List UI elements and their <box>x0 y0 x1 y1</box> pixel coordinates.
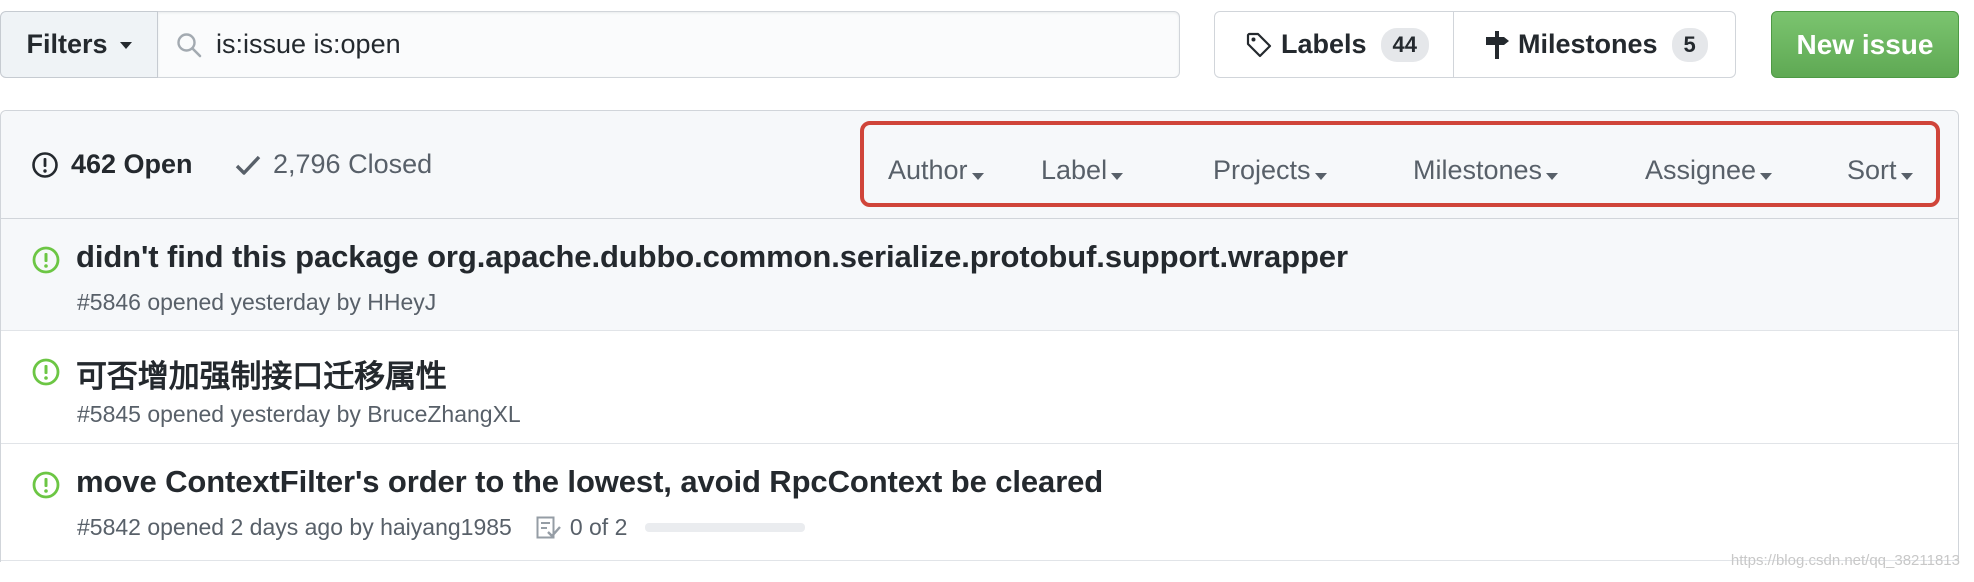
issue-title-link[interactable]: move ContextFilter's order to the lowest… <box>76 464 1103 500</box>
labels-count-badge: 44 <box>1380 27 1429 62</box>
issues-list-header: 462 Open 2,796 Closed Author Label Proje… <box>1 111 1958 219</box>
filters-dropdown-button[interactable]: Filters <box>0 11 158 78</box>
projects-filter-dropdown[interactable]: Projects <box>1213 155 1327 186</box>
search-input[interactable] <box>216 29 1179 60</box>
label-filter-label: Label <box>1041 155 1108 185</box>
task-progress-bar <box>645 523 806 532</box>
closed-count-label: 2,796 Closed <box>273 149 433 179</box>
chevron-down-icon <box>1760 173 1773 180</box>
watermark: https://blog.csdn.net/qq_38211813 <box>1730 552 1960 569</box>
task-count-label: 0 of 2 <box>569 514 628 540</box>
chevron-down-icon <box>971 173 984 180</box>
labels-milestones-group: Labels 44 Milestones 5 <box>1214 11 1736 78</box>
new-issue-button[interactable]: New issue <box>1771 11 1959 78</box>
issue-meta-text: #5845 opened yesterday by BruceZhangXL <box>77 401 521 427</box>
issue-meta: #5845 opened yesterday by BruceZhangXL <box>77 401 521 428</box>
issue-row: move ContextFilter's order to the lowest… <box>1 444 1958 561</box>
search-icon <box>177 32 202 57</box>
milestones-filter-label: Milestones <box>1413 155 1543 185</box>
open-count-label: 462 Open <box>71 149 193 179</box>
tasklist-icon <box>536 516 561 538</box>
issue-opened-icon <box>32 246 60 274</box>
closed-issues-tab[interactable]: 2,796 Closed <box>235 149 432 180</box>
milestones-count-badge: 5 <box>1671 27 1708 62</box>
issue-opened-icon <box>32 471 60 499</box>
milestones-filter-dropdown[interactable]: Milestones <box>1413 155 1559 186</box>
chevron-down-icon <box>1546 173 1559 180</box>
issue-title-link[interactable]: didn't find this package org.apache.dubb… <box>76 239 1348 275</box>
chevron-down-icon <box>119 42 132 49</box>
tag-icon <box>1246 32 1272 57</box>
issues-list: 462 Open 2,796 Closed Author Label Proje… <box>0 110 1959 562</box>
projects-filter-label: Projects <box>1213 155 1311 185</box>
labels-button[interactable]: Labels 44 <box>1214 11 1454 78</box>
issue-meta-text: #5846 opened yesterday by HHeyJ <box>77 289 437 315</box>
chevron-down-icon <box>1111 173 1124 180</box>
milestone-icon <box>1486 30 1509 59</box>
milestones-button-label: Milestones <box>1518 29 1658 59</box>
issue-meta: #5846 opened yesterday by HHeyJ <box>77 289 436 316</box>
filter-search-group: Filters <box>0 11 1180 78</box>
filters-button-label: Filters <box>26 29 108 59</box>
check-icon <box>235 155 261 175</box>
assignee-filter-dropdown[interactable]: Assignee <box>1645 155 1773 186</box>
labels-button-label: Labels <box>1280 29 1367 59</box>
issue-title-link[interactable]: 可否增加强制接口迁移属性 <box>76 351 447 396</box>
open-issues-tab[interactable]: 462 Open <box>31 149 193 180</box>
issue-row: 可否增加强制接口迁移属性 #5845 opened yesterday by B… <box>1 331 1958 444</box>
milestones-button[interactable]: Milestones 5 <box>1454 11 1736 78</box>
assignee-filter-label: Assignee <box>1645 155 1757 185</box>
search-field[interactable] <box>158 11 1180 78</box>
issue-opened-icon <box>32 151 58 178</box>
chevron-down-icon <box>1900 173 1913 180</box>
author-filter-label: Author <box>888 155 968 185</box>
issue-row: didn't find this package org.apache.dubb… <box>1 219 1958 331</box>
new-issue-label: New issue <box>1796 28 1934 60</box>
sort-dropdown[interactable]: Sort <box>1847 155 1913 186</box>
label-filter-dropdown[interactable]: Label <box>1041 155 1124 186</box>
task-progress: 0 of 2 <box>536 514 806 541</box>
filter-menu-highlight: Author Label Projects Milestones Assigne… <box>860 121 1940 207</box>
issue-opened-icon <box>32 358 60 386</box>
chevron-down-icon <box>1314 173 1327 180</box>
issue-meta-text: #5842 opened 2 days ago by haiyang1985 <box>77 514 512 540</box>
issue-meta: #5842 opened 2 days ago by haiyang1985 0… <box>77 514 806 541</box>
sort-label: Sort <box>1847 155 1897 185</box>
author-filter-dropdown[interactable]: Author <box>888 155 984 186</box>
